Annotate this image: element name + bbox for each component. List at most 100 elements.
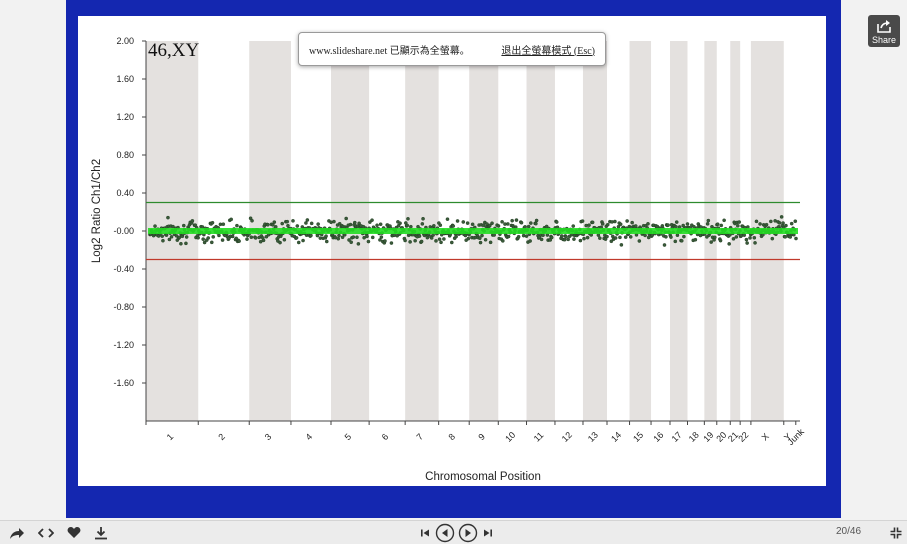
data-point [674, 220, 679, 224]
data-point [506, 234, 511, 239]
first-slide-button[interactable] [418, 521, 432, 544]
data-point [709, 240, 714, 244]
y-tick-label: -0.40 [113, 264, 134, 274]
share-action-button[interactable] [6, 521, 28, 544]
page-counter: 20/46 [836, 526, 862, 537]
data-point [571, 224, 576, 228]
data-point [524, 234, 529, 238]
data-point [745, 241, 749, 245]
data-point [420, 222, 425, 226]
code-brackets-icon [38, 527, 54, 538]
data-point [337, 233, 341, 238]
data-point [534, 218, 539, 223]
bottom-toolbar: 20/46 [0, 520, 907, 544]
x-tick-label: 18 [687, 430, 701, 444]
data-point [461, 220, 466, 224]
data-point [781, 221, 785, 225]
last-slide-button[interactable] [481, 521, 495, 544]
y-tick-label: 0.80 [116, 150, 134, 160]
data-point [285, 219, 290, 224]
data-point [727, 242, 731, 246]
data-point [794, 236, 798, 241]
data-point [559, 234, 564, 238]
download-icon [95, 526, 107, 539]
data-point [160, 234, 165, 238]
data-point [466, 236, 471, 241]
y-tick-label: -0.80 [113, 302, 134, 312]
x-tick-label: 22 [736, 430, 750, 444]
data-point [480, 233, 484, 238]
data-point [366, 239, 371, 244]
data-point [637, 239, 642, 243]
data-point [305, 218, 310, 222]
data-point [229, 217, 233, 222]
data-point [181, 223, 186, 228]
x-tick-label: 6 [380, 432, 391, 443]
share-button[interactable]: Share [868, 15, 900, 47]
data-point [625, 219, 629, 223]
data-point [770, 236, 775, 241]
slideshow-stage: 2.00 1.60 1.20 0.80 0.40 -0.00 -0.40 -0.80 -1.20… [0, 0, 907, 520]
data-point [605, 222, 610, 227]
data-point [166, 215, 170, 220]
data-point [161, 238, 165, 243]
data-point [295, 224, 300, 228]
data-point [445, 217, 450, 221]
data-point [164, 233, 169, 237]
data-point [235, 223, 239, 228]
data-point [273, 225, 278, 229]
data-point [201, 237, 205, 241]
previous-slide-button[interactable] [434, 521, 456, 544]
data-point [650, 233, 655, 237]
data-point [623, 235, 628, 239]
x-tick-label: 16 [651, 430, 665, 444]
data-point [451, 224, 456, 228]
x-tick-label: Junk [786, 426, 807, 447]
data-point [221, 222, 226, 227]
y-tick-label: -1.60 [113, 378, 134, 388]
data-point [296, 240, 301, 245]
data-point [506, 222, 510, 226]
y-tick-label: -1.20 [113, 340, 134, 350]
exit-fullscreen-link[interactable]: 退出全螢幕模式 (Esc) [501, 42, 595, 57]
data-point [718, 238, 723, 243]
data-point [734, 235, 739, 239]
embed-button[interactable] [35, 521, 57, 544]
data-point [666, 223, 670, 227]
data-point [737, 220, 742, 224]
data-point [434, 239, 438, 243]
data-point [324, 234, 328, 238]
cgh-scatter-chart: 2.00 1.60 1.20 0.80 0.40 -0.00 -0.40 -0.80 -1.20… [91, 36, 807, 483]
data-point [566, 237, 571, 242]
data-point [237, 239, 241, 243]
data-point [514, 218, 519, 222]
data-point [510, 218, 514, 223]
data-point [209, 240, 214, 245]
data-point [329, 220, 333, 225]
data-point [541, 233, 545, 238]
data-point [413, 238, 417, 243]
data-point [153, 224, 157, 228]
download-button[interactable] [90, 521, 112, 544]
fullscreen-notice-text: www.slideshare.net 已顯示為全螢幕。 [309, 45, 470, 57]
data-point [664, 235, 668, 239]
x-tick-label: 13 [586, 430, 600, 444]
next-slide-button[interactable] [457, 521, 479, 544]
data-point [483, 237, 488, 242]
data-point [249, 235, 254, 240]
x-tick-label: 7 [414, 432, 425, 443]
data-point [580, 219, 585, 223]
data-point [534, 221, 538, 226]
data-point [758, 222, 762, 226]
data-point [370, 218, 374, 222]
data-point [365, 234, 369, 239]
data-point [526, 224, 531, 229]
data-point [562, 237, 567, 242]
data-point [685, 222, 690, 226]
previous-circle-icon [435, 523, 455, 542]
exit-fullscreen-button[interactable] [886, 521, 906, 544]
y-tick-label: 2.00 [116, 36, 134, 46]
data-point [764, 222, 769, 227]
data-point [408, 240, 412, 244]
like-button[interactable] [63, 521, 85, 544]
